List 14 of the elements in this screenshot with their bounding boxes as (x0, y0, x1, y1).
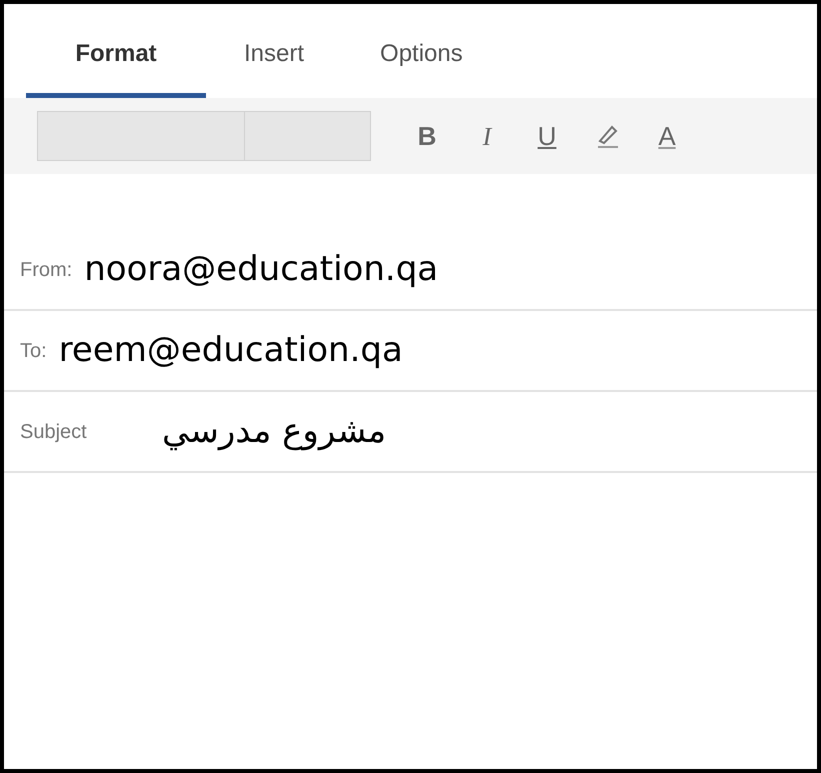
field-label: Subject (20, 420, 88, 444)
field-label: From: (20, 258, 72, 282)
format-button[interactable]: A (647, 114, 687, 158)
format-button[interactable]: I (467, 114, 507, 158)
field-value[interactable]: مشروع مدرسي (162, 406, 386, 457)
tab[interactable]: Insert (206, 28, 342, 98)
field-label: To: (20, 338, 47, 364)
font-name-field[interactable] (37, 111, 245, 161)
format-button[interactable]: U (527, 114, 567, 158)
font-size-field[interactable] (245, 111, 371, 161)
field-value[interactable]: reem@education.qa (58, 325, 403, 376)
tab[interactable]: Options (342, 28, 501, 98)
format-button[interactable]: B (407, 114, 447, 158)
field-value[interactable]: noora@education.qa (84, 244, 438, 295)
